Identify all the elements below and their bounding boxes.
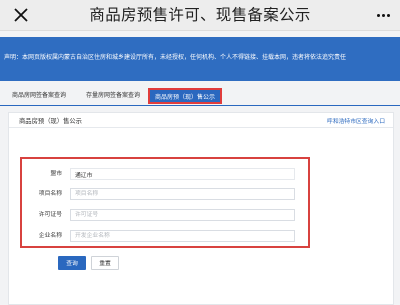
- page-title: 商品房预售许可、现售备案公示: [89, 6, 311, 24]
- project-name-label: 项目名称: [38, 191, 62, 197]
- form-row-permit: 许可证号: [22, 208, 308, 222]
- reset-button[interactable]: 重置: [91, 256, 119, 270]
- more-icon: [376, 13, 380, 17]
- close-button[interactable]: [9, 3, 33, 27]
- form-row-city: 盟市: [22, 167, 308, 181]
- tab-new-house-contract[interactable]: 商品房网签备案查询: [12, 91, 66, 100]
- tab-presale-publicity[interactable]: 商品房预（现）售公示: [148, 88, 223, 104]
- project-name-input[interactable]: [70, 188, 295, 200]
- title-bar: 商品房预售许可、现售备案公示: [0, 0, 400, 31]
- panel-header: 商品房预（现）售公示 呼和浩特市区查询入口: [9, 113, 393, 128]
- company-name-label: 企业名称: [38, 233, 62, 239]
- tab-existing-house-contract[interactable]: 存量房网签备案查询: [86, 91, 140, 100]
- form-row-company: 企业名称: [22, 229, 308, 243]
- city-field[interactable]: [70, 168, 295, 180]
- close-icon: [14, 8, 28, 22]
- copyright-notice: 声明：本网页版权属内蒙古自治区住房和城乡建设厅所有，未经授权，任何机构、个人不得…: [4, 54, 347, 61]
- city-label: 盟市: [50, 171, 62, 177]
- search-form: 盟市 项目名称 许可证号 企业名称: [20, 157, 310, 248]
- permit-number-label: 许可证号: [38, 212, 62, 218]
- query-button[interactable]: 查询: [58, 256, 86, 270]
- permit-number-input[interactable]: [70, 209, 295, 221]
- hohhot-query-link[interactable]: 呼和浩特市区查询入口: [327, 116, 385, 125]
- page-content: 声明：本网页版权属内蒙古自治区住房和城乡建设厅所有，未经授权，任何机构、个人不得…: [0, 31, 400, 305]
- panel-title: 商品房预（现）售公示: [19, 118, 82, 125]
- more-button[interactable]: [372, 6, 394, 24]
- tab-bar: 商品房网签备案查询 存量房网签备案查询 商品房预（现）售公示: [0, 88, 400, 106]
- company-name-input[interactable]: [70, 230, 295, 242]
- form-row-project: 项目名称: [22, 187, 308, 201]
- search-panel: 商品房预（现）售公示 呼和浩特市区查询入口 盟市 项目名称 许可证号 企业名称 …: [8, 112, 394, 305]
